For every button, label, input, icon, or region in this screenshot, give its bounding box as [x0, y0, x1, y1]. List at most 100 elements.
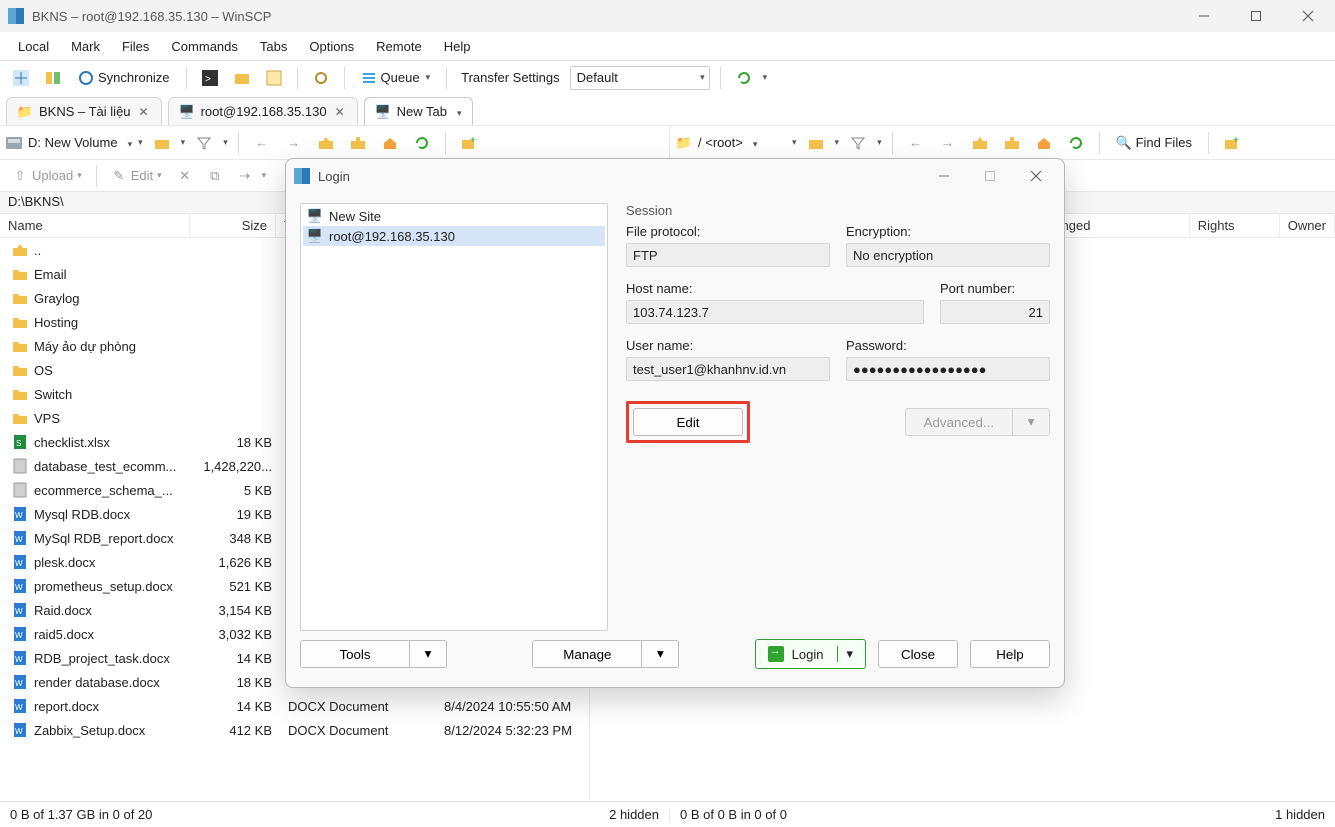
- list-item[interactable]: Wreport.docx14 KBDOCX Document8/4/2024 1…: [0, 694, 589, 718]
- password-field: ●●●●●●●●●●●●●●●●●: [846, 357, 1050, 381]
- chevron-down-icon[interactable]: ▾: [792, 137, 797, 148]
- toolbar-putty-icon[interactable]: [261, 65, 287, 91]
- manage-dropdown-button[interactable]: ▾: [642, 640, 679, 668]
- menu-options[interactable]: Options: [299, 35, 364, 58]
- monitor-icon: 🖥️: [307, 208, 323, 224]
- nav-root-icon[interactable]: [345, 130, 371, 156]
- menu-help[interactable]: Help: [434, 35, 481, 58]
- nav-forward-icon[interactable]: →: [935, 130, 961, 156]
- chevron-down-icon: [749, 135, 758, 150]
- folder-icon: [12, 386, 28, 402]
- svg-text:W: W: [15, 679, 23, 688]
- file-name: Zabbix_Setup.docx: [34, 723, 145, 738]
- tools-button[interactable]: Tools: [300, 640, 410, 668]
- window-maximize-button[interactable]: [1233, 0, 1279, 32]
- chevron-down-icon[interactable]: ▾: [877, 137, 882, 148]
- file-name: Raid.docx: [34, 603, 92, 618]
- menu-files[interactable]: Files: [112, 35, 159, 58]
- remote-folder-selector[interactable]: 📁 / <root>: [676, 130, 786, 156]
- site-item[interactable]: 🖥️ root@192.168.35.130: [303, 226, 605, 246]
- menu-local[interactable]: Local: [8, 35, 59, 58]
- toolbar-separator: [297, 67, 298, 89]
- chevron-down-icon[interactable]: ▾: [138, 137, 143, 148]
- edit-site-button[interactable]: Edit: [633, 408, 743, 436]
- menu-tabs[interactable]: Tabs: [250, 35, 297, 58]
- nav-root-icon[interactable]: [999, 130, 1025, 156]
- status-left-selection: 0 B of 1.37 GB in 0 of 20: [10, 807, 152, 822]
- nav-back-icon[interactable]: ←: [249, 130, 275, 156]
- nav-up-icon[interactable]: [313, 130, 339, 156]
- menu-commands[interactable]: Commands: [161, 35, 247, 58]
- session-tab[interactable]: 📁 BKNS – Tài liệu ✕: [6, 97, 162, 125]
- find-files-button[interactable]: 🔍 Find Files: [1110, 130, 1198, 156]
- file-name: OS: [34, 363, 53, 378]
- manage-button[interactable]: Manage: [532, 640, 642, 668]
- close-icon[interactable]: ✕: [333, 105, 347, 119]
- menu-mark[interactable]: Mark: [61, 35, 110, 58]
- tools-dropdown-button[interactable]: ▾: [410, 640, 447, 668]
- rename-icon[interactable]: ⇢: [232, 163, 258, 189]
- chevron-down-icon[interactable]: ▾: [181, 137, 186, 148]
- toolbar-synchronize[interactable]: Synchronize: [72, 65, 176, 91]
- help-button[interactable]: Help: [970, 640, 1050, 668]
- main-toolbar: Synchronize > Queue ▾ Transfer Settings …: [0, 60, 1335, 94]
- upload-button[interactable]: ⇧ Upload ▾: [6, 163, 88, 189]
- open-folder-icon[interactable]: [149, 130, 175, 156]
- file-size: 412 KB: [194, 723, 280, 738]
- site-item-new[interactable]: 🖥️ New Site: [303, 206, 605, 226]
- window-close-button[interactable]: [1285, 0, 1331, 32]
- toolbar-refresh-icon[interactable]: [731, 65, 757, 91]
- toolbar-terminal-icon[interactable]: >: [197, 65, 223, 91]
- nav-forward-icon[interactable]: →: [281, 130, 307, 156]
- docx-file-icon: W: [12, 602, 28, 618]
- close-icon[interactable]: ✕: [137, 105, 151, 119]
- bookmark-add-icon[interactable]: +: [1219, 130, 1245, 156]
- toolbar-preferences-icon[interactable]: [308, 65, 334, 91]
- properties-icon[interactable]: ⧉: [202, 163, 228, 189]
- session-tab[interactable]: 🖥️ root@192.168.35.130 ✕: [168, 97, 358, 125]
- dialog-minimize-button[interactable]: [924, 162, 964, 190]
- folder-icon: [12, 338, 28, 354]
- chevron-down-icon[interactable]: ▾: [223, 137, 228, 148]
- local-drive-selector[interactable]: D: New Volume: [6, 130, 132, 156]
- toolbar-queue[interactable]: Queue ▾: [355, 65, 437, 91]
- site-list[interactable]: 🖥️ New Site 🖥️ root@192.168.35.130: [300, 203, 608, 631]
- col-owner[interactable]: Owner: [1280, 214, 1335, 237]
- col-name[interactable]: Name: [0, 214, 190, 237]
- toolbar-sync-browse-icon[interactable]: [8, 65, 34, 91]
- col-rights[interactable]: Rights: [1190, 214, 1280, 237]
- svg-text:W: W: [15, 559, 23, 568]
- nav-home-icon[interactable]: [377, 130, 403, 156]
- manage-button-label: Manage: [563, 647, 611, 662]
- session-tab-new[interactable]: 🖥️ New Tab: [364, 97, 473, 125]
- menu-remote[interactable]: Remote: [366, 35, 432, 58]
- nav-back-icon[interactable]: ←: [903, 130, 929, 156]
- nav-up-icon[interactable]: [967, 130, 993, 156]
- login-button[interactable]: Login ▾: [755, 639, 866, 669]
- nav-refresh-icon[interactable]: [1063, 130, 1089, 156]
- chevron-down-icon[interactable]: ▾: [835, 137, 840, 148]
- dialog-close-button[interactable]: [1016, 162, 1056, 190]
- nav-home-icon[interactable]: [1031, 130, 1057, 156]
- nav-refresh-icon[interactable]: [409, 130, 435, 156]
- advanced-dropdown-button: ▾: [1013, 408, 1050, 436]
- chevron-down-icon: [124, 135, 133, 150]
- edit-button[interactable]: ✎ Edit ▾: [105, 163, 168, 189]
- session-group-label: Session: [626, 203, 1050, 218]
- login-dropdown-button[interactable]: ▾: [837, 646, 853, 662]
- filter-icon[interactable]: [845, 130, 871, 156]
- bookmark-add-icon[interactable]: +: [456, 130, 482, 156]
- window-minimize-button[interactable]: [1181, 0, 1227, 32]
- toolbar-explorer-icon[interactable]: [229, 65, 255, 91]
- close-button[interactable]: Close: [878, 640, 958, 668]
- toolbar-compare-icon[interactable]: [40, 65, 66, 91]
- chevron-down-icon[interactable]: [453, 104, 462, 119]
- list-item[interactable]: WZabbix_Setup.docx412 KBDOCX Document8/1…: [0, 718, 589, 742]
- open-folder-icon[interactable]: [803, 130, 829, 156]
- file-protocol-value: FTP: [633, 248, 658, 263]
- col-size[interactable]: Size: [190, 214, 276, 237]
- transfer-settings-select[interactable]: Default: [570, 66, 710, 90]
- delete-icon[interactable]: ✕: [172, 163, 198, 189]
- remote-navbar: 📁 / <root> ▾ ▾ ▾ ← → 🔍 Find Files +: [670, 126, 1335, 159]
- filter-icon[interactable]: [191, 130, 217, 156]
